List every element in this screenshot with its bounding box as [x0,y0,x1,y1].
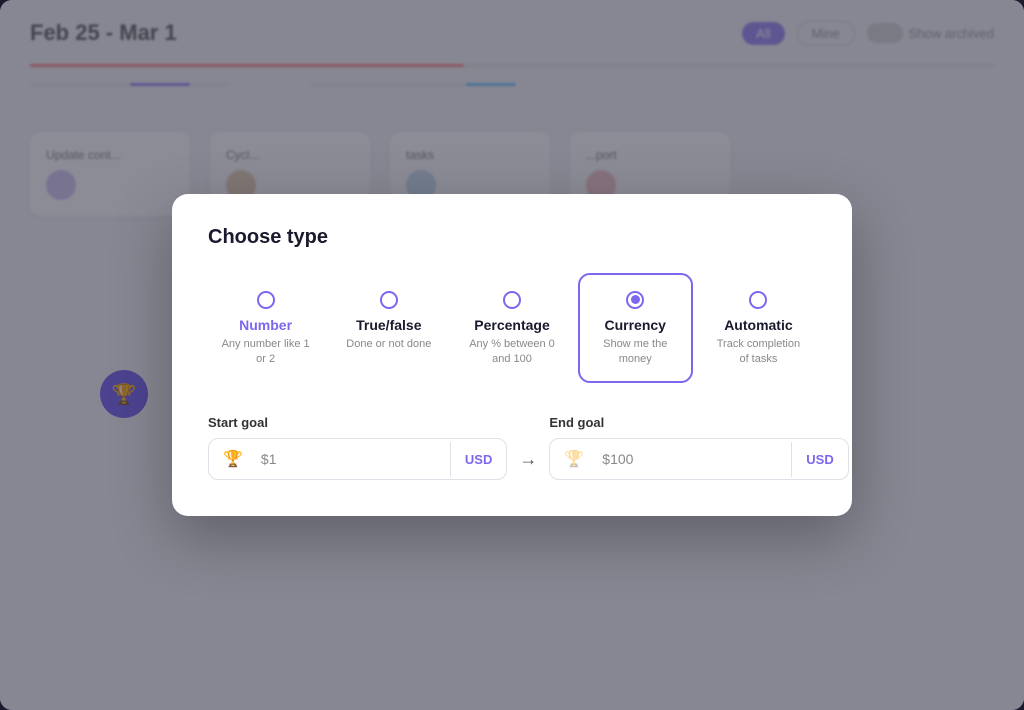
type-option-truefalse[interactable]: True/false Done or not done [331,273,446,384]
radio-truefalse [380,291,398,309]
type-option-automatic[interactable]: Automatic Track completion of tasks [701,273,816,384]
type-desc-currency: Show me the money [590,337,681,368]
radio-percentage [503,291,521,309]
end-currency-label: USD [791,442,847,477]
start-goal-input[interactable] [253,441,450,477]
type-name-currency: Currency [604,317,665,333]
end-goal-input-wrapper: 🏆 USD [549,438,848,480]
type-desc-number: Any number like 1 or 2 [220,337,311,368]
end-goal-input[interactable] [594,441,791,477]
type-options-row: Number Any number like 1 or 2 True/false… [208,273,816,384]
type-name-automatic: Automatic [724,317,792,333]
start-goal-label: Start goal [208,415,507,430]
choose-type-modal: Choose type Number Any number like 1 or … [172,194,852,517]
type-name-truefalse: True/false [356,317,421,333]
start-goal-input-wrapper: 🏆 USD [208,438,507,480]
start-goal-group: Start goal 🏆 USD [208,415,507,480]
type-option-percentage[interactable]: Percentage Any % between 0 and 100 [454,273,569,384]
type-name-percentage: Percentage [474,317,549,333]
end-goal-group: End goal 🏆 USD [549,415,848,480]
modal-title: Choose type [208,226,816,249]
radio-automatic [749,291,767,309]
goal-arrow: → [519,449,537,470]
radio-currency [626,291,644,309]
radio-number [257,291,275,309]
end-trophy-icon: 🏆 [550,439,594,479]
type-desc-automatic: Track completion of tasks [713,337,804,368]
start-currency-label: USD [450,442,506,477]
goal-row: Start goal 🏆 USD → End goal 🏆 USD [208,415,816,480]
type-desc-truefalse: Done or not done [346,337,431,352]
start-trophy-icon: 🏆 [209,439,253,479]
type-name-number: Number [239,317,292,333]
type-desc-percentage: Any % between 0 and 100 [466,337,557,368]
type-option-currency[interactable]: Currency Show me the money [578,273,693,384]
end-goal-label: End goal [549,415,848,430]
type-option-number[interactable]: Number Any number like 1 or 2 [208,273,323,384]
